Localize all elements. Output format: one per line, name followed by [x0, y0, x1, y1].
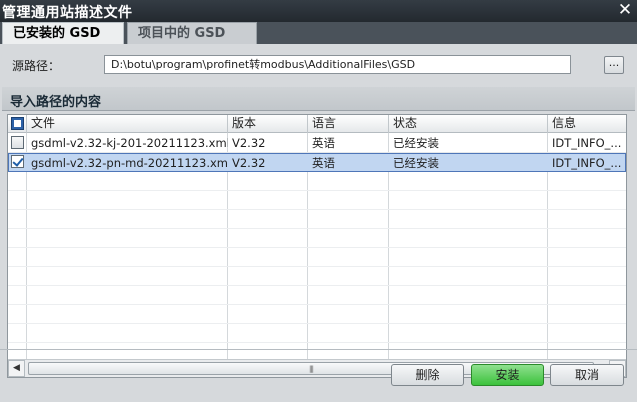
scrollbar-grip: |||: [308, 365, 314, 373]
tab-content: 源路径： D:\botu\program\profinet转modbus\Add…: [0, 44, 637, 402]
column-header-file[interactable]: 文件: [27, 115, 228, 133]
file-cell: gsdml-v2.32-pn-md-20211123.xml: [31, 156, 228, 170]
empty-row: [8, 324, 626, 343]
empty-row: [8, 267, 626, 286]
title-bar: 管理通用站描述文件 ✕: [0, 0, 637, 22]
scroll-left-icon[interactable]: ◀: [8, 360, 25, 377]
info-cell: IDT_INFO_...: [552, 136, 622, 150]
info-cell: IDT_INFO_...: [552, 156, 622, 170]
table-row-selected[interactable]: gsdml-v2.32-pn-md-20211123.xml V2.32 英语 …: [8, 153, 626, 172]
empty-row: [8, 210, 626, 229]
status-cell: 已经安装: [393, 156, 439, 170]
column-header-language[interactable]: 语言: [308, 115, 389, 133]
section-title: 导入路径的内容: [10, 95, 102, 110]
install-button[interactable]: 安装: [471, 364, 544, 386]
section-header: 导入路径的内容: [2, 87, 635, 111]
version-cell: V2.32: [232, 156, 266, 170]
column-header-status[interactable]: 状态: [389, 115, 548, 133]
empty-row: [8, 248, 626, 267]
empty-row: [8, 286, 626, 305]
file-cell: gsdml-v2.32-kj-201-20211123.xml: [31, 136, 228, 150]
column-header-version[interactable]: 版本: [228, 115, 308, 133]
cancel-button[interactable]: 取消: [550, 364, 624, 386]
select-all-checkbox[interactable]: [11, 117, 24, 130]
empty-row: [8, 305, 626, 324]
tab-bar: 已安装的 GSD 项目中的 GSD: [0, 22, 637, 44]
language-cell: 英语: [312, 136, 335, 150]
row-checkbox[interactable]: [11, 136, 24, 149]
close-icon[interactable]: ✕: [613, 0, 637, 22]
source-path-label: 源路径：: [12, 59, 61, 73]
table-row[interactable]: gsdml-v2.32-kj-201-20211123.xml V2.32 英语…: [8, 134, 626, 153]
row-checkbox-checked[interactable]: [11, 155, 24, 168]
footer-divider: [0, 349, 637, 350]
version-cell: V2.32: [232, 136, 266, 150]
table-header: 文件 版本 语言 状态 信息: [8, 115, 626, 133]
column-header-info[interactable]: 信息: [548, 115, 626, 133]
status-cell: 已经安装: [393, 136, 439, 150]
select-all-cell: [8, 115, 27, 133]
source-path-field[interactable]: D:\botu\program\profinet转modbus\Addition…: [104, 55, 571, 74]
empty-row: [8, 191, 626, 210]
empty-row: [8, 172, 626, 191]
delete-button[interactable]: 删除: [391, 364, 464, 386]
window-title: 管理通用站描述文件: [2, 5, 133, 21]
browse-button[interactable]: ...: [604, 56, 624, 74]
language-cell: 英语: [312, 156, 335, 170]
gsd-file-table: 文件 版本 语言 状态 信息 gsdml-v2.32-kj-201-202111…: [7, 114, 627, 378]
empty-row: [8, 229, 626, 248]
tab-installed-gsd[interactable]: 已安装的 GSD: [2, 22, 124, 44]
tab-project-gsd[interactable]: 项目中的 GSD: [127, 22, 257, 44]
